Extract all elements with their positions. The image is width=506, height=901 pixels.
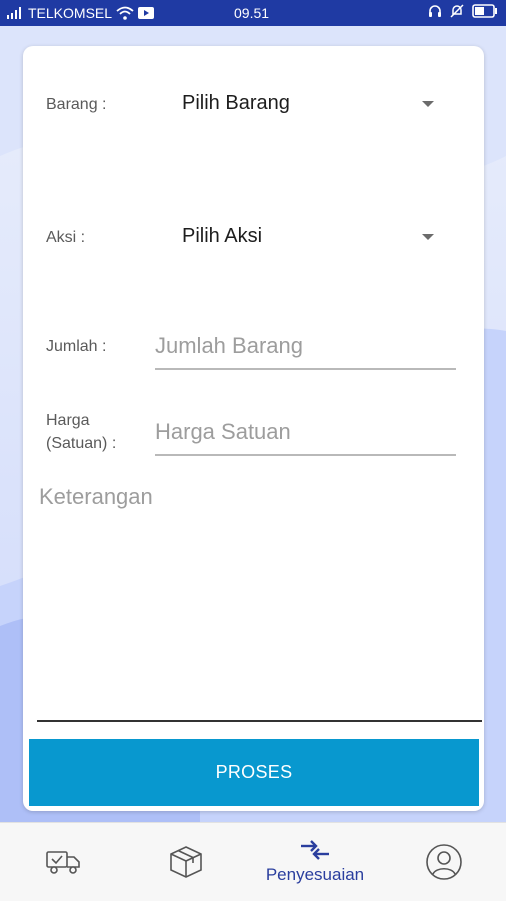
nav-label-penyesuaian: Penyesuaian bbox=[265, 865, 365, 884]
aksi-selected-value: Pilih Aksi bbox=[182, 225, 263, 247]
nav-item-barang[interactable] bbox=[153, 823, 219, 901]
wifi-icon bbox=[116, 6, 134, 20]
harga-input[interactable] bbox=[155, 416, 456, 456]
barang-selected-value: Pilih Barang bbox=[182, 92, 290, 114]
status-right bbox=[428, 4, 498, 18]
chevron-down-icon bbox=[422, 234, 434, 240]
headset-icon bbox=[429, 5, 441, 17]
carrier-name: TELKOMSEL bbox=[28, 5, 113, 21]
battery-icon bbox=[472, 4, 497, 18]
keterangan-textarea[interactable] bbox=[37, 482, 482, 722]
proses-button[interactable]: PROSES bbox=[29, 739, 479, 806]
mute-bell-icon bbox=[450, 4, 464, 18]
status-bar: TELKOMSEL 09.51 bbox=[0, 0, 506, 26]
harga-label-line2: (Satuan) : bbox=[46, 435, 117, 452]
nav-item-profil[interactable] bbox=[411, 823, 477, 901]
signal-icon bbox=[7, 7, 21, 19]
package-box-icon bbox=[170, 846, 202, 878]
aksi-dropdown[interactable]: Pilih Aksi bbox=[173, 219, 443, 255]
jumlah-label: Jumlah : bbox=[46, 338, 107, 355]
nav-item-penyesuaian[interactable]: Penyesuaian bbox=[255, 823, 375, 901]
play-notification-icon bbox=[138, 7, 155, 19]
harga-label-line1: Harga bbox=[46, 412, 90, 429]
clock: 09.51 bbox=[234, 5, 270, 21]
chevron-down-icon bbox=[422, 101, 434, 107]
aksi-label: Aksi : bbox=[46, 229, 86, 246]
bottom-navigation: Penyesuaian bbox=[0, 822, 506, 901]
user-profile-icon bbox=[426, 844, 462, 880]
barang-label: Barang : bbox=[46, 96, 107, 113]
swap-arrows-icon bbox=[301, 840, 329, 860]
nav-item-pengiriman[interactable] bbox=[30, 823, 96, 901]
form-card: Barang : Pilih Barang Aksi : Pilih Aksi … bbox=[23, 46, 484, 811]
barang-dropdown[interactable]: Pilih Barang bbox=[173, 86, 443, 122]
truck-check-icon bbox=[46, 851, 80, 874]
jumlah-input[interactable] bbox=[155, 330, 456, 370]
status-left: TELKOMSEL bbox=[6, 5, 155, 21]
